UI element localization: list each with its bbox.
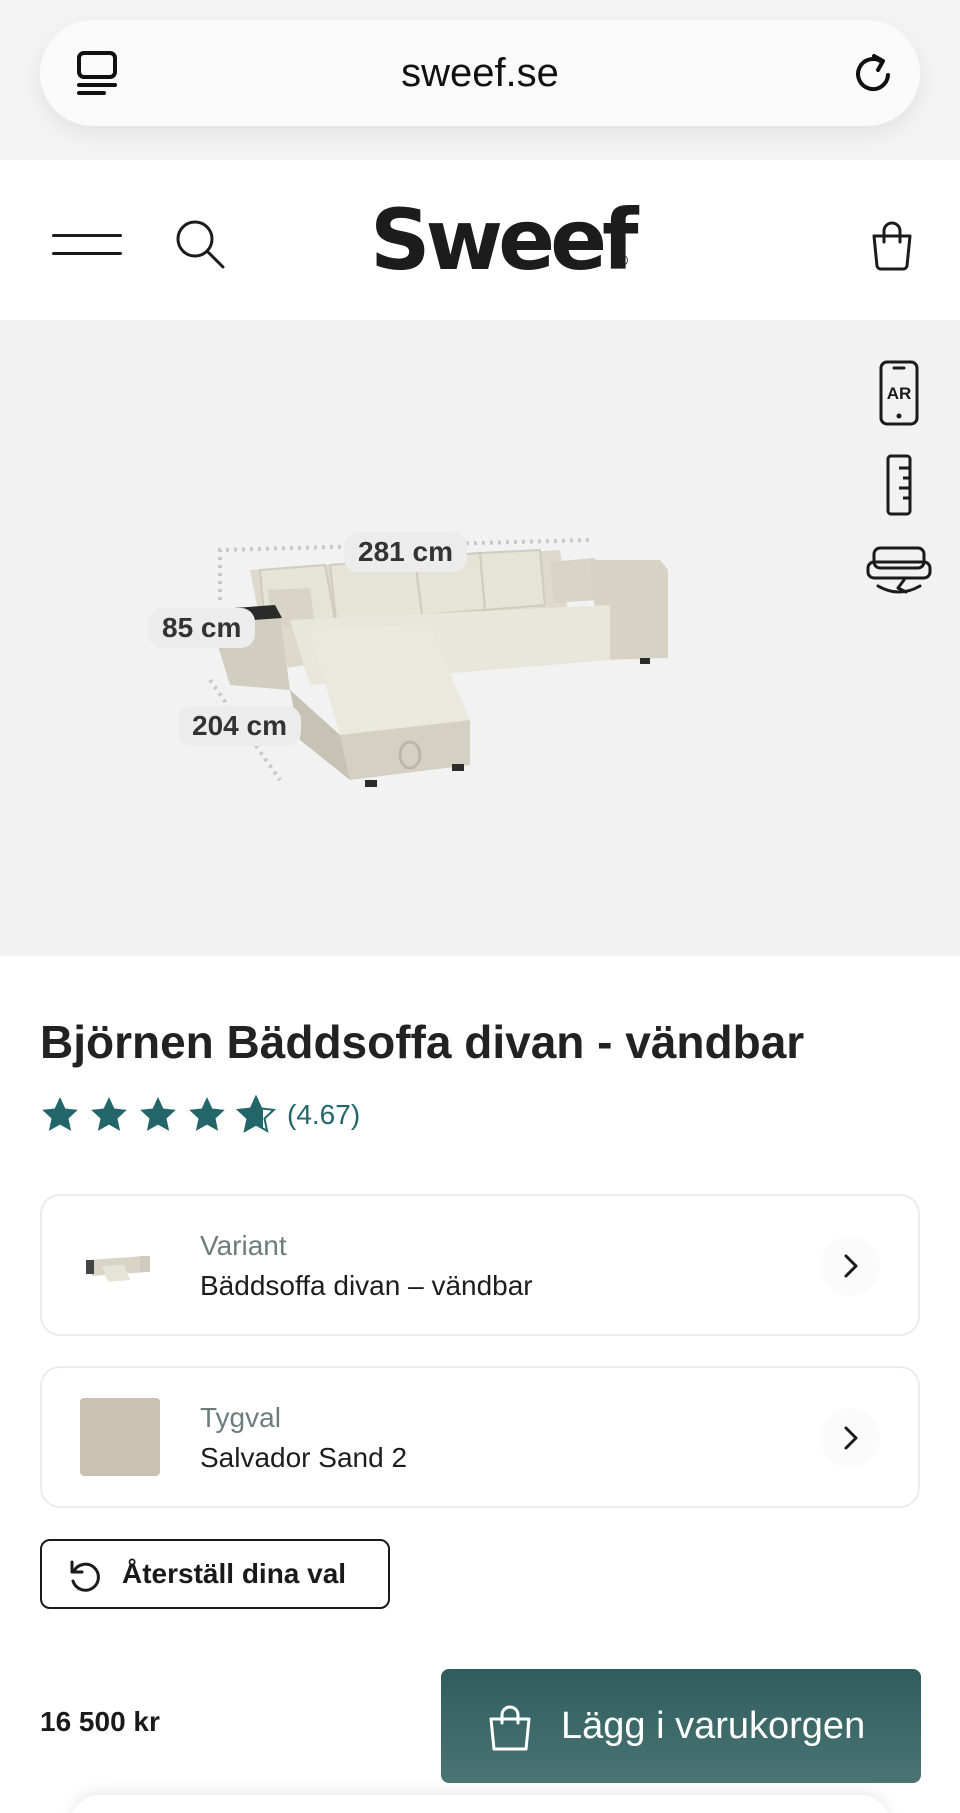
shopping-bag-icon[interactable] <box>868 218 916 272</box>
dimension-depth-label: 204 cm <box>178 706 301 746</box>
reload-icon[interactable] <box>848 48 898 98</box>
viewer-tools: AR <box>864 360 934 630</box>
dimension-width-label: 281 cm <box>344 532 467 572</box>
site-logo[interactable]: Sweef ® <box>370 190 639 290</box>
menu-icon[interactable] <box>52 230 124 260</box>
star-full-icon <box>91 1097 127 1131</box>
product-rating[interactable]: (4.67) <box>40 1095 360 1135</box>
sofa-rotate-icon[interactable] <box>864 540 934 610</box>
product-title: Björnen Bäddsoffa divan - vändbar <box>40 1016 805 1068</box>
search-icon[interactable] <box>174 218 226 270</box>
logo-text: Sweef <box>370 191 639 289</box>
url-text: sweef.se <box>401 51 559 95</box>
variant-value: Bäddsoffa divan – vändbar <box>200 1270 533 1301</box>
reset-label: Återställ dina val <box>122 1558 347 1589</box>
star-partial-icon <box>236 1095 276 1133</box>
fabric-value: Salvador Sand 2 <box>200 1442 408 1473</box>
add-to-cart-label: Lägg i varukorgen <box>561 1705 866 1747</box>
variant-selector[interactable]: Variant Bäddsoffa divan – vändbar <box>40 1194 920 1336</box>
bottom-sheet-edge <box>70 1795 890 1813</box>
add-to-cart-button[interactable]: Lägg i varukorgen <box>441 1669 921 1783</box>
product-price: 16 500 kr <box>40 1706 160 1737</box>
star-full-icon <box>140 1097 176 1131</box>
star-full-icon <box>189 1097 225 1131</box>
svg-text:AR: AR <box>887 384 912 403</box>
star-full-icon <box>42 1097 78 1131</box>
shopping-bag-icon <box>489 1705 531 1751</box>
fabric-label: Tygval <box>200 1402 281 1433</box>
chevron-right-icon[interactable] <box>820 1408 880 1468</box>
address-bar[interactable]: sweef.se <box>40 20 920 126</box>
browser-chrome: sweef.se <box>0 0 960 160</box>
fabric-selector[interactable]: Tygval Salvador Sand 2 <box>40 1366 920 1508</box>
variant-label: Variant <box>200 1230 287 1261</box>
chevron-right-icon[interactable] <box>820 1236 880 1296</box>
rating-value: (4.67) <box>287 1099 361 1130</box>
reset-icon <box>70 1560 100 1592</box>
dimension-height-label: 85 cm <box>148 608 256 648</box>
measure-icon[interactable] <box>864 450 934 520</box>
sofa-thumbnail <box>86 1256 150 1282</box>
reset-selections-button[interactable]: Återställ dina val <box>40 1539 390 1609</box>
ar-icon[interactable]: AR <box>864 360 934 430</box>
registered-mark: ® <box>614 251 630 270</box>
product-image-viewer[interactable]: AR 281 cm 85 cm 204 cm <box>0 320 960 956</box>
fabric-swatch <box>80 1398 160 1476</box>
site-header: Sweef ® <box>0 160 960 320</box>
